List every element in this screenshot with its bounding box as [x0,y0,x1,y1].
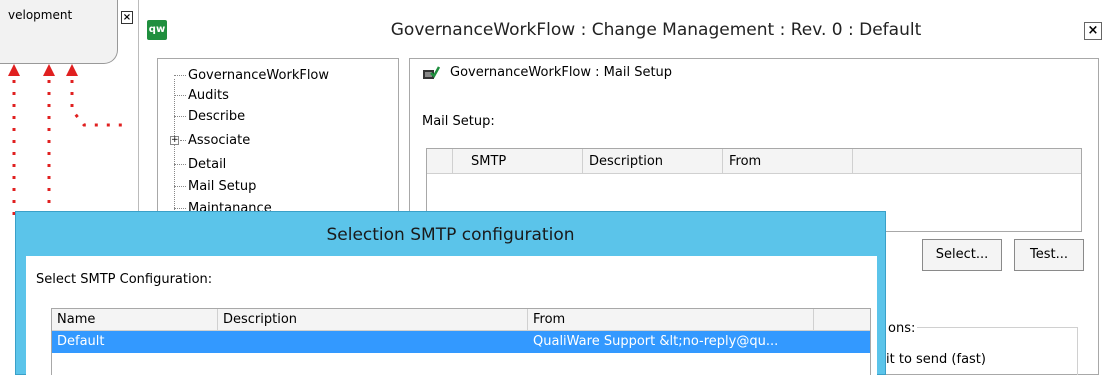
tree-item-mail-setup[interactable]: Mail Setup [174,177,256,197]
options-group-label: ons: [886,321,918,336]
tree-item-governanceworkflow[interactable]: GovernanceWorkFlow [174,66,329,86]
table-row[interactable]: Default QualiWare Support &lt;no-reply@q… [52,331,870,353]
mail-setup-icon [423,66,440,79]
red-dotted-line [70,80,130,127]
tree-item-label: Mail Setup [188,179,257,194]
column-header-name[interactable]: Name [52,309,218,331]
tree-item-detail[interactable]: Detail [174,155,226,175]
diagram-node-label: velopment [8,8,73,22]
diagram-node[interactable]: velopment [0,0,118,64]
grid-column-header [427,149,453,174]
tree-item-audits[interactable]: Audits [174,86,229,106]
select-smtp-label: Select SMTP Configuration: [36,272,213,287]
mail-setup-label: Mail Setup: [422,114,495,129]
title-bar[interactable]: qw GovernanceWorkFlow : Change Managemen… [139,0,1112,52]
tree-item-describe[interactable]: Describe [174,107,245,127]
grid-column-header-smtp[interactable]: SMTP [453,149,583,174]
smtp-configuration-grid-header: Name Description From [52,309,870,331]
cell-description [218,331,528,353]
window-title: GovernanceWorkFlow : Change Management :… [390,20,922,40]
tree-item-label: Audits [188,88,229,103]
grid-column-header [853,149,1081,174]
smtp-grid-header: SMTP Description From [427,149,1081,174]
red-arrowhead-icon [66,64,78,76]
column-header-from[interactable]: From [528,309,814,331]
expand-icon[interactable]: + [170,136,179,145]
smtp-selection-dialog: Selection SMTP configuration Select SMTP… [15,211,886,375]
tree-item-label: GovernanceWorkFlow [188,68,330,83]
tree-item-label: Associate [188,133,251,148]
diagram-close-icon[interactable]: × [121,11,133,24]
grid-column-header-description[interactable]: Description [583,149,723,174]
red-arrowhead-icon [8,64,20,76]
cell-name: Default [57,334,105,349]
cell-from: QualiWare Support &lt;no-reply@qu... [533,334,779,349]
tree-item-label: Describe [188,109,246,124]
close-icon[interactable]: × [1084,22,1102,40]
tree-item-associate[interactable]: Associate [180,131,250,151]
column-header-description[interactable]: Description [218,309,528,331]
smtp-configuration-grid[interactable]: Name Description From Default QualiWare … [51,308,871,375]
dialog-title[interactable]: Selection SMTP configuration [16,225,885,245]
dialog-body: Select SMTP Configuration: Name Descript… [26,256,877,375]
send-option-label[interactable]: it to send (fast) [886,352,986,367]
test-button[interactable]: Test... [1014,239,1084,271]
content-title: GovernanceWorkFlow : Mail Setup [450,65,673,80]
column-header-filler [814,309,870,331]
red-arrowhead-icon [43,64,55,76]
select-button[interactable]: Select... [922,239,1002,271]
grid-column-header-from[interactable]: From [723,149,853,174]
tree-item-label: Detail [188,157,227,172]
